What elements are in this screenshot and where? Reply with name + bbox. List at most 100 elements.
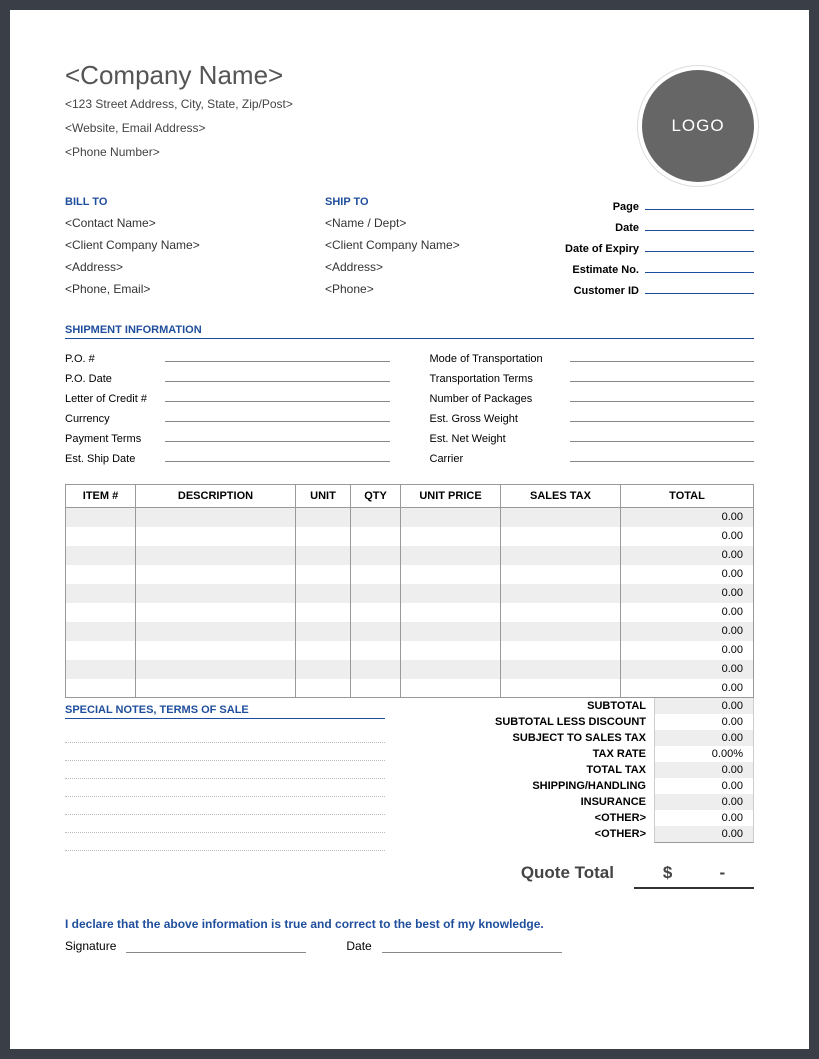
table-cell[interactable] bbox=[136, 603, 296, 622]
table-cell[interactable] bbox=[351, 546, 401, 565]
table-cell[interactable] bbox=[401, 603, 501, 622]
table-cell[interactable] bbox=[66, 679, 136, 698]
table-cell[interactable] bbox=[296, 660, 351, 679]
table-cell[interactable] bbox=[296, 622, 351, 641]
table-cell[interactable] bbox=[401, 565, 501, 584]
net-field[interactable] bbox=[570, 430, 755, 442]
table-cell[interactable] bbox=[136, 508, 296, 527]
table-cell[interactable] bbox=[351, 622, 401, 641]
meta-estimate-field[interactable] bbox=[645, 259, 754, 273]
table-cell[interactable] bbox=[136, 527, 296, 546]
table-cell[interactable] bbox=[351, 660, 401, 679]
signature-field[interactable] bbox=[126, 939, 306, 953]
table-cell[interactable] bbox=[501, 527, 621, 546]
table-cell[interactable] bbox=[501, 546, 621, 565]
table-row: 0.00 bbox=[66, 603, 754, 622]
table-cell[interactable] bbox=[66, 508, 136, 527]
ship-to-block: SHIP TO <Name / Dept> <Client Company Na… bbox=[325, 196, 505, 304]
table-cell[interactable] bbox=[401, 641, 501, 660]
table-cell[interactable] bbox=[351, 584, 401, 603]
table-cell[interactable] bbox=[296, 679, 351, 698]
table-cell[interactable] bbox=[351, 603, 401, 622]
table-cell[interactable] bbox=[66, 660, 136, 679]
sig-date-label: Date bbox=[346, 939, 371, 953]
notes-lines[interactable] bbox=[65, 725, 385, 851]
table-cell[interactable] bbox=[136, 622, 296, 641]
table-cell[interactable] bbox=[501, 584, 621, 603]
table-cell[interactable] bbox=[136, 679, 296, 698]
table-row: 0.00 bbox=[66, 527, 754, 546]
table-cell[interactable] bbox=[351, 641, 401, 660]
table-cell[interactable] bbox=[351, 679, 401, 698]
meta-expiry-field[interactable] bbox=[645, 238, 754, 252]
table-cell[interactable] bbox=[501, 679, 621, 698]
mode-field[interactable] bbox=[570, 350, 755, 362]
po-field[interactable] bbox=[165, 350, 390, 362]
subject-val: 0.00 bbox=[654, 730, 754, 746]
table-cell[interactable] bbox=[501, 508, 621, 527]
table-cell[interactable] bbox=[296, 584, 351, 603]
logo-placeholder: LOGO bbox=[642, 70, 754, 182]
meta-customer-field[interactable] bbox=[645, 280, 754, 294]
table-cell[interactable] bbox=[66, 622, 136, 641]
table-cell[interactable] bbox=[401, 527, 501, 546]
table-cell[interactable] bbox=[401, 584, 501, 603]
terms-field[interactable] bbox=[570, 370, 755, 382]
carrier-label: Carrier bbox=[430, 453, 570, 465]
table-cell[interactable] bbox=[401, 660, 501, 679]
table-cell[interactable] bbox=[66, 546, 136, 565]
meta-expiry-label: Date of Expiry bbox=[525, 243, 645, 255]
table-cell[interactable] bbox=[136, 660, 296, 679]
table-cell[interactable] bbox=[296, 508, 351, 527]
meta-page-field[interactable] bbox=[645, 196, 754, 210]
table-cell[interactable] bbox=[136, 641, 296, 660]
podate-field[interactable] bbox=[165, 370, 390, 382]
sig-date-field[interactable] bbox=[382, 939, 562, 953]
table-cell[interactable] bbox=[501, 660, 621, 679]
meta-customer-label: Customer ID bbox=[525, 285, 645, 297]
meta-date-label: Date bbox=[525, 222, 645, 234]
table-cell[interactable] bbox=[351, 527, 401, 546]
row-total: 0.00 bbox=[621, 584, 754, 603]
insurance-label: INSURANCE bbox=[385, 794, 654, 810]
table-cell[interactable] bbox=[136, 565, 296, 584]
table-cell[interactable] bbox=[136, 584, 296, 603]
table-cell[interactable] bbox=[401, 622, 501, 641]
row-total: 0.00 bbox=[621, 679, 754, 698]
table-cell[interactable] bbox=[401, 546, 501, 565]
table-cell[interactable] bbox=[136, 546, 296, 565]
table-cell[interactable] bbox=[501, 565, 621, 584]
quote-currency: $ bbox=[663, 863, 672, 882]
pkgs-field[interactable] bbox=[570, 390, 755, 402]
table-cell[interactable] bbox=[66, 641, 136, 660]
table-cell[interactable] bbox=[296, 527, 351, 546]
table-cell[interactable] bbox=[501, 641, 621, 660]
gross-field[interactable] bbox=[570, 410, 755, 422]
notes-heading: SPECIAL NOTES, TERMS OF SALE bbox=[65, 704, 385, 719]
table-cell[interactable] bbox=[401, 679, 501, 698]
meta-date-field[interactable] bbox=[645, 217, 754, 231]
table-cell[interactable] bbox=[66, 584, 136, 603]
ship-name: <Name / Dept> bbox=[325, 216, 505, 230]
subtotal-label: SUBTOTAL bbox=[385, 698, 654, 714]
table-cell[interactable] bbox=[66, 527, 136, 546]
carrier-field[interactable] bbox=[570, 450, 755, 462]
loc-field[interactable] bbox=[165, 390, 390, 402]
table-cell[interactable] bbox=[351, 565, 401, 584]
table-cell[interactable] bbox=[66, 603, 136, 622]
table-cell[interactable] bbox=[296, 546, 351, 565]
payterms-field[interactable] bbox=[165, 430, 390, 442]
table-cell[interactable] bbox=[66, 565, 136, 584]
table-cell[interactable] bbox=[501, 622, 621, 641]
currency-field[interactable] bbox=[165, 410, 390, 422]
signature-row: Signature Date bbox=[65, 939, 754, 953]
discount-label: SUBTOTAL LESS DISCOUNT bbox=[385, 714, 654, 730]
table-cell[interactable] bbox=[296, 565, 351, 584]
shipdate-field[interactable] bbox=[165, 450, 390, 462]
table-cell[interactable] bbox=[296, 641, 351, 660]
table-cell[interactable] bbox=[351, 508, 401, 527]
table-cell[interactable] bbox=[296, 603, 351, 622]
subtotal-val: 0.00 bbox=[654, 698, 754, 714]
table-cell[interactable] bbox=[401, 508, 501, 527]
table-cell[interactable] bbox=[501, 603, 621, 622]
